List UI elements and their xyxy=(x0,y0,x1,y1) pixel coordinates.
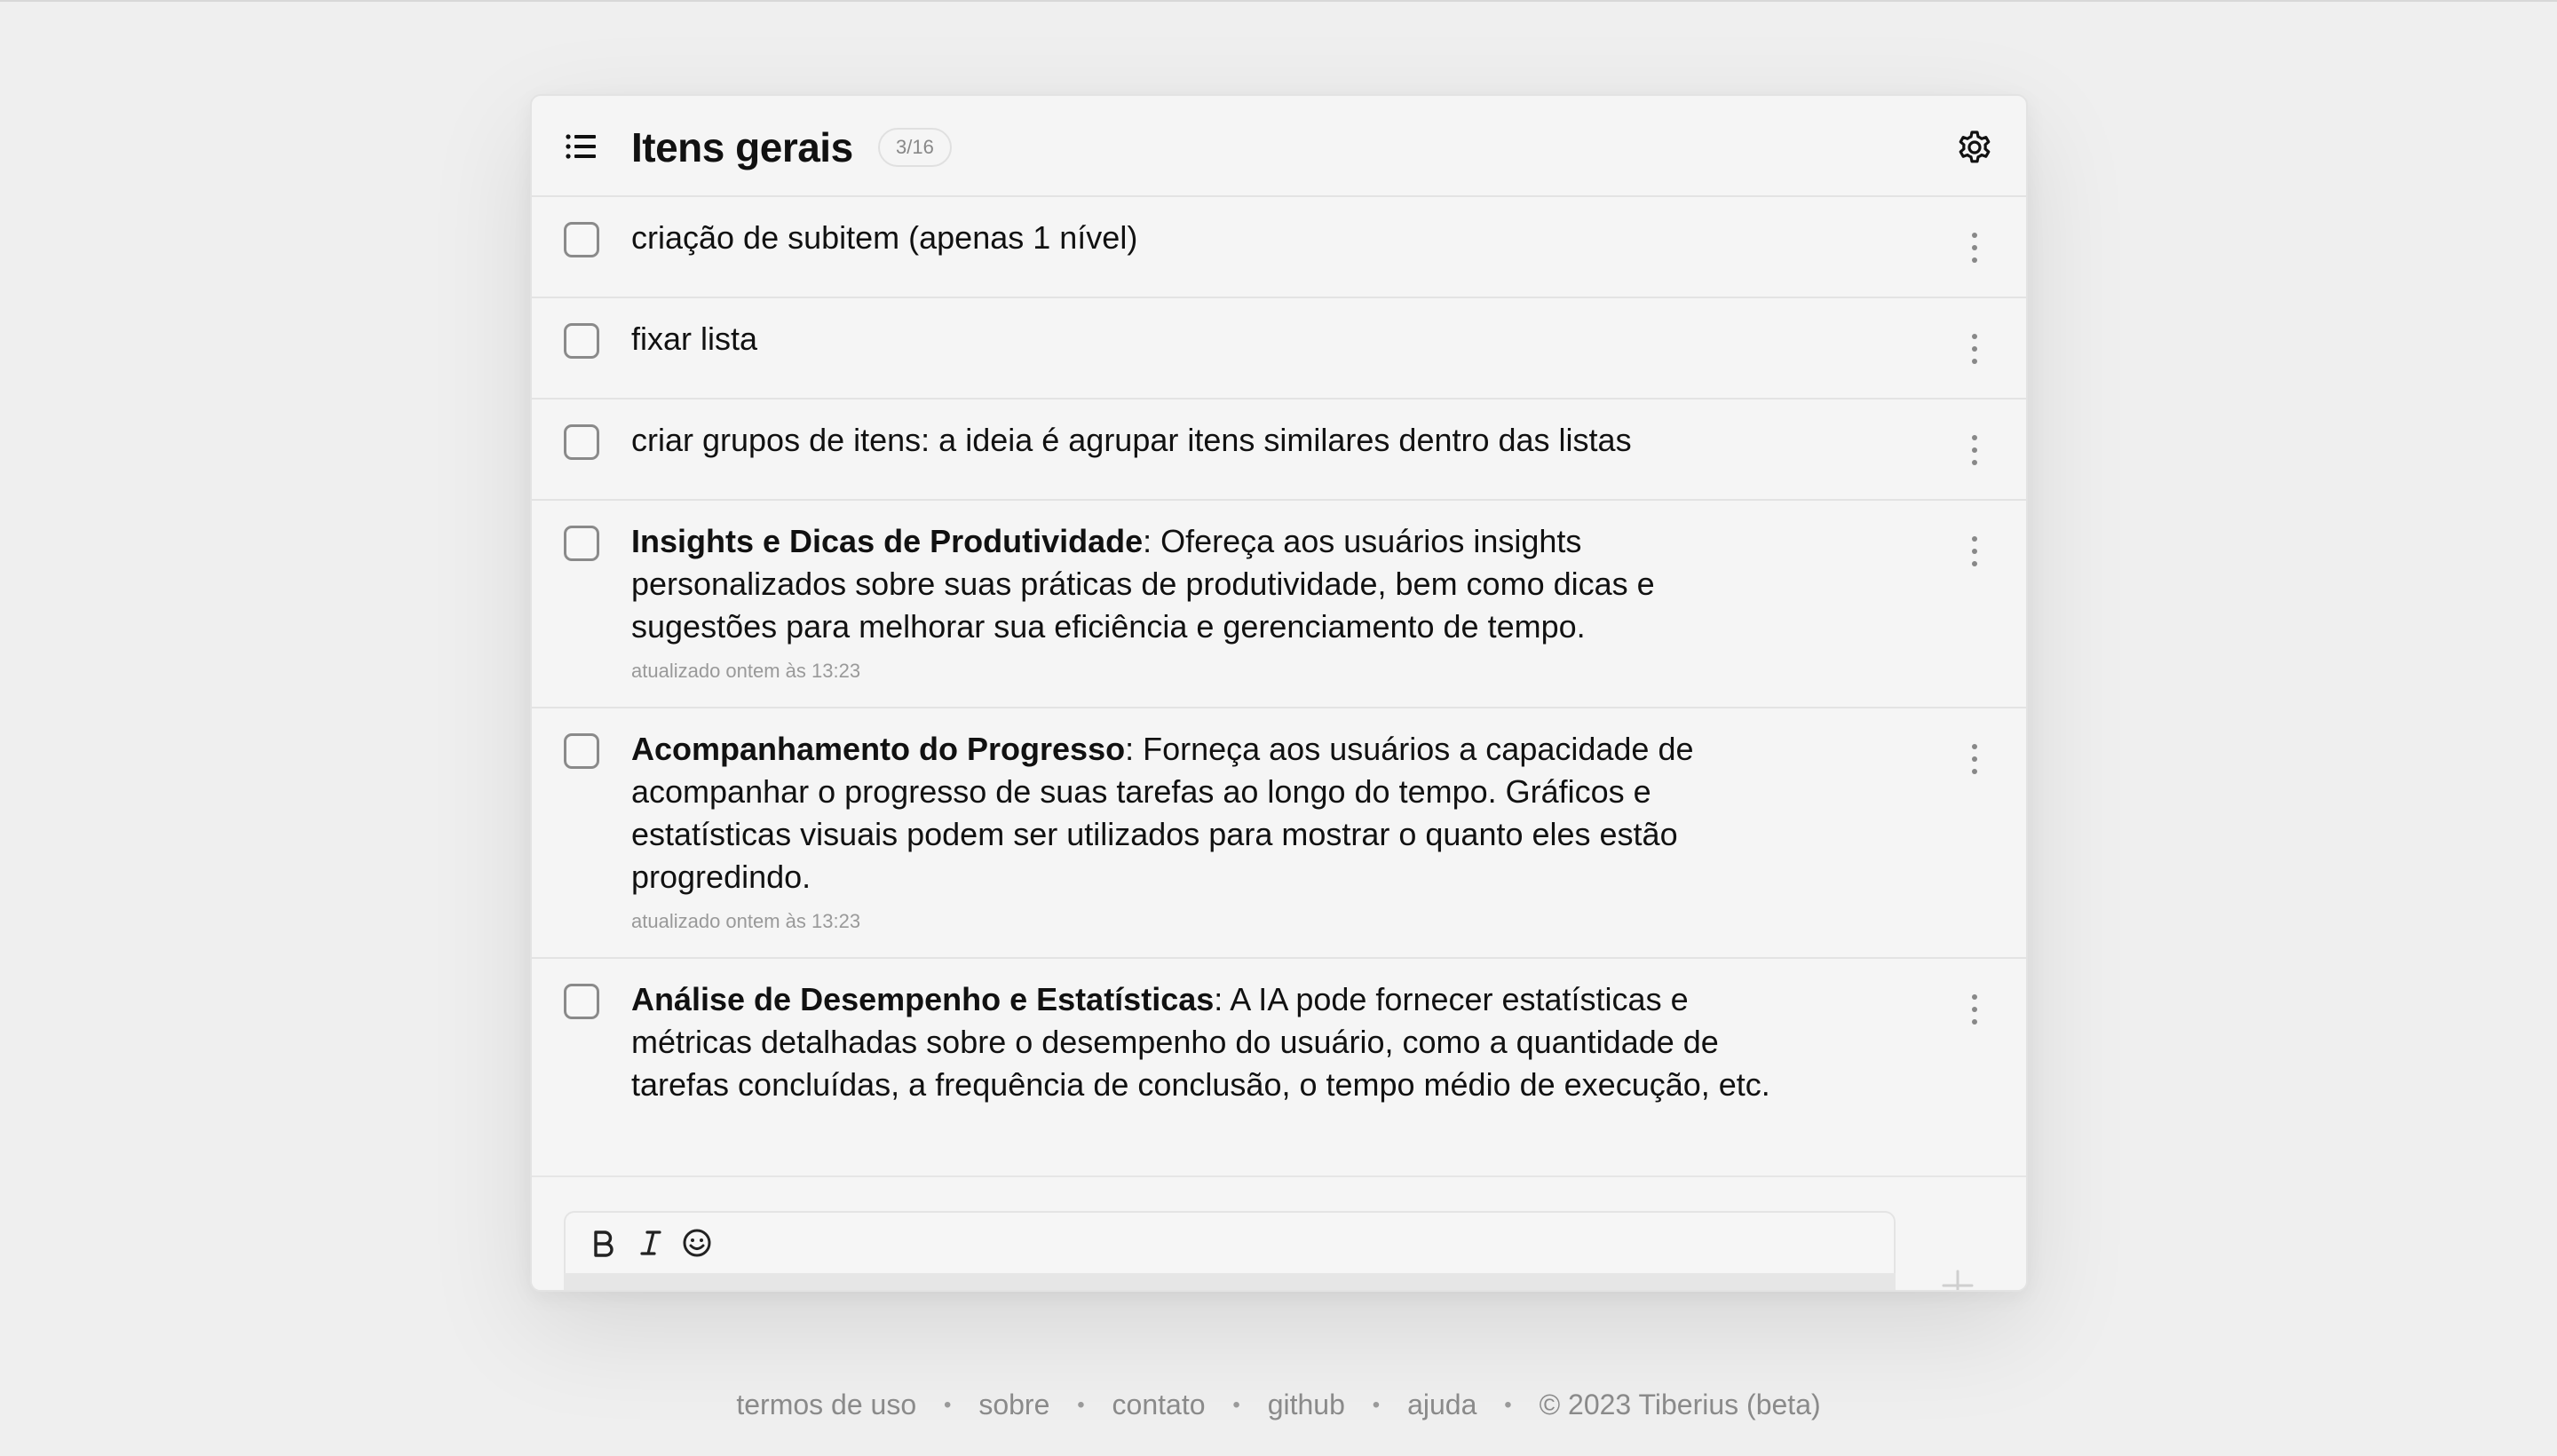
task-list: criação de subitem (apenas 1 nível) fixa… xyxy=(532,197,2026,1175)
task-checkbox[interactable] xyxy=(564,733,599,769)
task-text: Acompanhamento do Progresso: Forneça aos… xyxy=(631,728,1795,898)
list-menu-icon[interactable] xyxy=(566,133,596,160)
task-text: fixar lista xyxy=(631,318,1795,360)
task-checkbox[interactable] xyxy=(564,323,599,359)
page-title: Itens gerais xyxy=(631,124,853,170)
updated-timestamp: atualizado ontem às 13:23 xyxy=(631,910,861,932)
more-options-icon[interactable] xyxy=(1966,334,1983,364)
emoji-icon[interactable] xyxy=(681,1227,713,1259)
footer-separator: • xyxy=(1372,1393,1381,1417)
bold-icon[interactable] xyxy=(587,1227,619,1259)
task-text: criar grupos de itens: a ideia é agrupar… xyxy=(631,419,1795,462)
footer-separator: • xyxy=(1077,1393,1085,1417)
task-name-input[interactable] xyxy=(564,1273,1896,1290)
more-options-icon[interactable] xyxy=(1966,994,1983,1025)
task-title: Análise de Desempenho e Estatísticas xyxy=(631,981,1215,1017)
footer-separator: • xyxy=(944,1393,952,1417)
task-checkbox[interactable] xyxy=(564,526,599,561)
footer: termos de uso • sobre • contato • github… xyxy=(0,1385,2557,1425)
list-item[interactable]: Insights e Dicas de Produtividade: Ofere… xyxy=(532,501,2026,708)
list-item[interactable]: Acompanhamento do Progresso: Forneça aos… xyxy=(532,708,2026,959)
footer-link-help[interactable]: ajuda xyxy=(1407,1389,1476,1420)
add-task-button[interactable] xyxy=(1938,1266,1977,1292)
more-options-icon[interactable] xyxy=(1966,744,1983,774)
list-item[interactable]: criar grupos de itens: a ideia é agrupar… xyxy=(532,400,2026,501)
footer-link-github[interactable]: github xyxy=(1268,1389,1345,1420)
task-checkbox[interactable] xyxy=(564,984,599,1019)
task-description: fixar lista xyxy=(631,320,758,357)
footer-separator: • xyxy=(1504,1393,1512,1417)
more-options-icon[interactable] xyxy=(1966,536,1983,566)
footer-copyright: © 2023 Tiberius (beta) xyxy=(1539,1389,1821,1420)
footer-link-terms[interactable]: termos de uso xyxy=(736,1389,916,1420)
task-description: criação de subitem (apenas 1 nível) xyxy=(631,219,1138,256)
list-card: Itens gerais 3/16 criação de subitem (ap… xyxy=(530,94,2028,1292)
gear-icon[interactable] xyxy=(1957,130,1992,165)
task-composer xyxy=(532,1175,2026,1292)
task-text: Análise de Desempenho e Estatísticas: A … xyxy=(631,978,1795,1106)
rich-text-editor xyxy=(564,1211,1896,1290)
task-text: Insights e Dicas de Produtividade: Ofere… xyxy=(631,520,1795,648)
list-item[interactable]: fixar lista xyxy=(532,298,2026,400)
item-count-badge: 3/16 xyxy=(878,128,952,167)
more-options-icon[interactable] xyxy=(1966,435,1983,465)
list-item[interactable]: Análise de Desempenho e Estatísticas: A … xyxy=(532,959,2026,1103)
task-checkbox[interactable] xyxy=(564,424,599,460)
task-title: Insights e Dicas de Produtividade xyxy=(631,523,1144,559)
updated-timestamp: atualizado ontem às 13:23 xyxy=(631,660,861,682)
footer-separator: • xyxy=(1232,1393,1240,1417)
footer-link-contact[interactable]: contato xyxy=(1112,1389,1206,1420)
top-border xyxy=(0,0,2557,2)
task-description: criar grupos de itens: a ideia é agrupar… xyxy=(631,422,1632,458)
italic-icon[interactable] xyxy=(635,1227,667,1259)
task-title: Acompanhamento do Progresso xyxy=(631,731,1126,767)
task-checkbox[interactable] xyxy=(564,222,599,257)
list-item[interactable]: criação de subitem (apenas 1 nível) xyxy=(532,197,2026,298)
footer-link-about[interactable]: sobre xyxy=(978,1389,1049,1420)
task-text: criação de subitem (apenas 1 nível) xyxy=(631,217,1795,259)
formatting-toolbar xyxy=(564,1211,1896,1273)
more-options-icon[interactable] xyxy=(1966,233,1983,263)
list-header: Itens gerais 3/16 xyxy=(532,96,2026,197)
